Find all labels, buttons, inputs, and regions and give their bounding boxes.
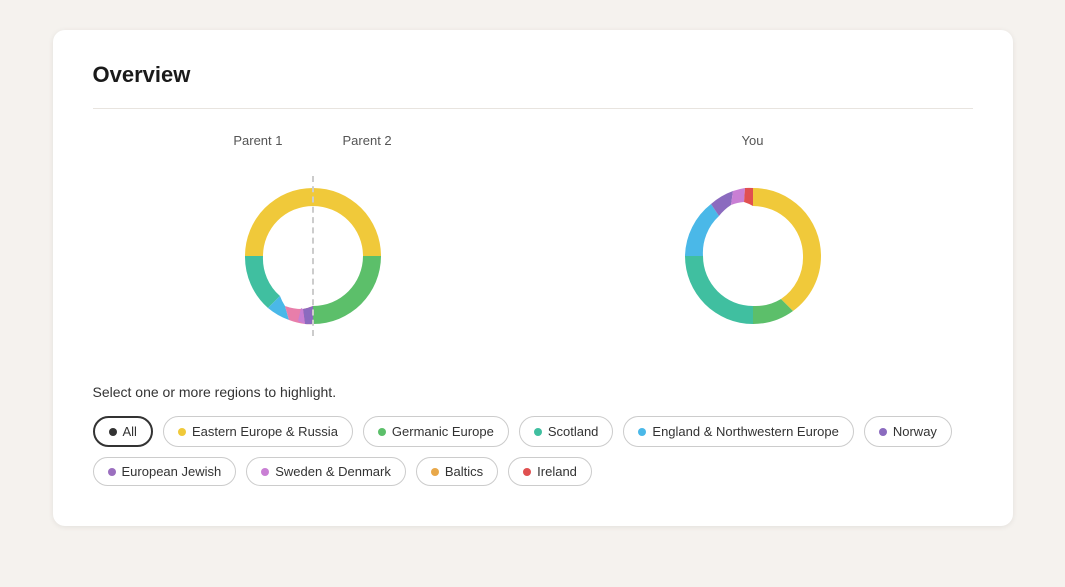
filter-eastern-europe-russia[interactable]: Eastern Europe & Russia xyxy=(163,416,353,447)
filter-ireland-label: Ireland xyxy=(537,464,577,479)
filter-eastern-europe-russia-label: Eastern Europe & Russia xyxy=(192,424,338,439)
filter-sweden-denmark-label: Sweden & Denmark xyxy=(275,464,391,479)
scotland-dot xyxy=(534,428,542,436)
all-dot xyxy=(109,428,117,436)
sweden-denmark-dot xyxy=(261,468,269,476)
filter-all[interactable]: All xyxy=(93,416,153,447)
filters-row-2: European Jewish Sweden & Denmark Baltics… xyxy=(93,457,973,486)
divider xyxy=(93,108,973,109)
you-chart: You xyxy=(653,133,853,356)
filter-european-jewish[interactable]: European Jewish xyxy=(93,457,237,486)
dashed-separator xyxy=(312,176,314,336)
parent2-label: Parent 2 xyxy=(343,133,392,148)
england-dot xyxy=(638,428,646,436)
norway-dot xyxy=(879,428,887,436)
filter-sweden-denmark[interactable]: Sweden & Denmark xyxy=(246,457,406,486)
filter-ireland[interactable]: Ireland xyxy=(508,457,592,486)
charts-row: Parent 1 Parent 2 xyxy=(93,133,973,356)
filter-scotland[interactable]: Scotland xyxy=(519,416,614,447)
eastern-europe-russia-dot xyxy=(178,428,186,436)
filter-england-northwestern[interactable]: England & Northwestern Europe xyxy=(623,416,853,447)
filter-scotland-label: Scotland xyxy=(548,424,599,439)
select-prompt: Select one or more regions to highlight. xyxy=(93,384,973,400)
donut-pair-container xyxy=(213,156,413,356)
filter-european-jewish-label: European Jewish xyxy=(122,464,222,479)
filter-all-label: All xyxy=(123,424,137,439)
you-donut-svg xyxy=(653,156,853,356)
filter-norway[interactable]: Norway xyxy=(864,416,952,447)
you-label: You xyxy=(742,133,764,148)
filter-germanic-europe-label: Germanic Europe xyxy=(392,424,494,439)
overview-card: Overview Parent 1 Parent 2 xyxy=(53,30,1013,526)
filters-row: All Eastern Europe & Russia Germanic Eur… xyxy=(93,416,973,447)
european-jewish-dot xyxy=(108,468,116,476)
parent-charts: Parent 1 Parent 2 xyxy=(213,133,413,356)
filter-baltics[interactable]: Baltics xyxy=(416,457,498,486)
filter-baltics-label: Baltics xyxy=(445,464,483,479)
ireland-dot xyxy=(523,468,531,476)
baltics-dot xyxy=(431,468,439,476)
parent1-label: Parent 1 xyxy=(233,133,282,148)
filter-germanic-europe[interactable]: Germanic Europe xyxy=(363,416,509,447)
page-title: Overview xyxy=(93,62,973,88)
filter-norway-label: Norway xyxy=(893,424,937,439)
filter-england-label: England & Northwestern Europe xyxy=(652,424,838,439)
donut-single-container xyxy=(653,156,853,356)
parent-chart-labels: Parent 1 Parent 2 xyxy=(233,133,391,148)
germanic-europe-dot xyxy=(378,428,386,436)
